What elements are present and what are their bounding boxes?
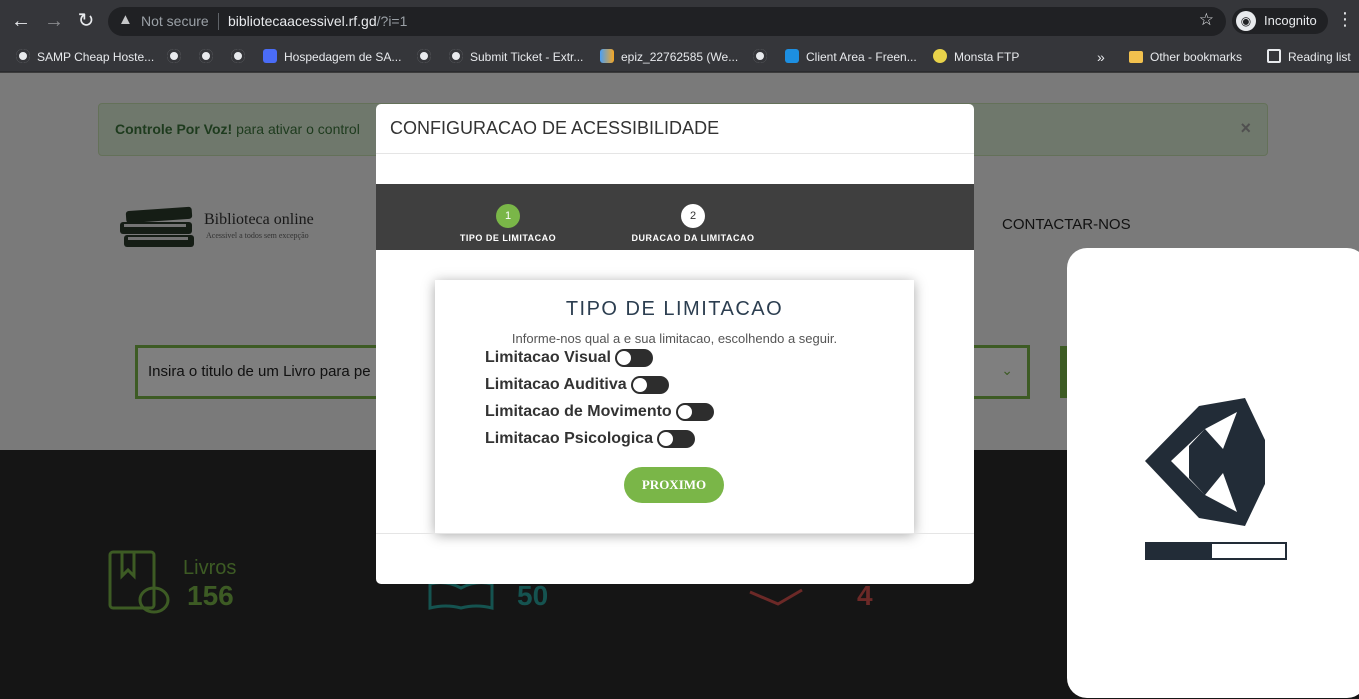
omnibox-divider [218,13,219,30]
toggle-switch[interactable] [630,376,669,394]
option-visual: Limitacao Visual [485,349,653,371]
modal-header: CONFIGURACAO DE ACESSIBILIDADE [376,104,974,154]
star-icon[interactable]: ☆ [1199,10,1214,30]
limitation-card: TIPO DE LIMITACAO Informe-nos qual a e s… [435,280,914,533]
site-icon [263,49,277,63]
address-bar[interactable]: ▲ Not secure bibliotecaacessivel.rf.gd/?… [108,7,1226,36]
globe-icon [449,49,463,63]
step-label: DURACAO DA LIMITACAO [631,233,755,243]
incognito-label: Incognito [1264,13,1317,28]
not-secure-label: Not secure [141,13,209,29]
step-progress-bar: 1 TIPO DE LIMITACAO 2 DURACAO DA LIMITAC… [376,184,974,250]
reading-list-icon [1267,49,1281,63]
bookmark-globe-4[interactable] [417,47,438,67]
bookmark-label: epiz_22762585 (We... [621,50,739,64]
in-icon [785,49,799,63]
option-label: Limitacao de Movimento [485,403,672,420]
option-psicologica: Limitacao Psicologica [485,430,696,452]
bookmark-globe-3[interactable] [231,47,252,67]
bookmark-other[interactable]: Other bookmarks [1129,47,1242,67]
bookmark-label: Monsta FTP [954,50,1020,64]
bookmarks-overflow-icon[interactable]: » [1097,47,1105,67]
bookmark-label: Client Area - Freen... [806,50,917,64]
bookmark-globe-1[interactable] [167,47,188,67]
option-label: Limitacao Psicologica [485,430,654,447]
incognito-icon: ◉ [1236,11,1256,31]
reading-list-label: Reading list [1288,50,1351,64]
back-arrow-icon[interactable]: ← [8,8,34,34]
monsta-icon [933,49,947,63]
unity-logo-icon [1145,398,1265,526]
warning-icon: ▲ [118,11,133,28]
bookmark-globe-5[interactable] [753,47,774,67]
step-number: 2 [681,204,705,228]
bookmark-label: Hospedagem de SA... [284,50,402,64]
url-host: bibliotecaacessivel.rf.gd [228,13,377,29]
bookmark-label: Submit Ticket - Extr... [470,50,584,64]
globe-icon [753,49,767,63]
more-menu-icon[interactable]: ⋮ [1336,9,1354,30]
step-label: TIPO DE LIMITACAO [459,233,557,243]
bookmark-label: Other bookmarks [1150,50,1243,64]
option-label: Limitacao Auditiva [485,376,627,393]
bookmark-hospedagem[interactable]: Hospedagem de SA... [263,47,401,67]
next-button[interactable]: PROXIMO [624,467,724,503]
loading-progress-bar [1145,542,1287,560]
browser-toolbar: ← → ↻ ▲ Not secure bibliotecaacessivel.r… [0,0,1359,42]
bookmarks-bar: SAMP Cheap Hoste... Hospedagem de SA... … [0,42,1359,72]
modal-title: CONFIGURACAO DE ACESSIBILIDADE [390,118,720,138]
card-subtitle: Informe-nos qual a e sua limitacao, esco… [511,331,838,346]
bookmark-globe-2[interactable] [199,47,220,67]
bookmark-samp[interactable]: SAMP Cheap Hoste... [16,47,154,67]
reading-list[interactable]: Reading list [1267,47,1351,67]
globe-icon [417,49,431,63]
step-1[interactable]: 1 TIPO DE LIMITACAO [418,204,598,243]
option-auditiva: Limitacao Auditiva [485,376,669,398]
card-title: TIPO DE LIMITACAO [565,298,784,320]
bookmark-submit-ticket[interactable]: Submit Ticket - Extr... [449,47,583,67]
toggle-switch[interactable] [675,403,714,421]
globe-icon [16,49,30,63]
infinity-icon [600,49,614,63]
modal-footer-divider [376,533,974,534]
reload-icon[interactable]: ↻ [73,8,99,34]
toggle-switch[interactable] [614,349,653,367]
forward-arrow-icon[interactable]: → [41,8,67,34]
bookmark-epiz[interactable]: epiz_22762585 (We... [600,47,738,67]
toggle-switch[interactable] [657,430,696,448]
bookmark-client-area[interactable]: Client Area - Freen... [785,47,917,67]
accessibility-modal: CONFIGURACAO DE ACESSIBILIDADE 1 TIPO DE… [376,104,974,584]
step-2[interactable]: 2 DURACAO DA LIMITACAO [603,204,783,243]
incognito-badge[interactable]: ◉ Incognito [1232,8,1328,34]
url-text[interactable]: bibliotecaacessivel.rf.gd/?i=1 [228,13,407,29]
progress-fill [1147,544,1212,558]
option-label: Limitacao Visual [485,349,611,366]
globe-icon [231,49,245,63]
bookmark-monsta-ftp[interactable]: Monsta FTP [933,47,1019,67]
folder-icon [1129,51,1143,63]
option-movimento: Limitacao de Movimento [485,403,714,425]
globe-icon [167,49,181,63]
globe-icon [199,49,213,63]
unity-loader-panel [1067,248,1359,698]
bookmark-label: SAMP Cheap Hoste... [37,50,155,64]
url-path: /?i=1 [376,13,408,29]
step-number: 1 [496,204,520,228]
